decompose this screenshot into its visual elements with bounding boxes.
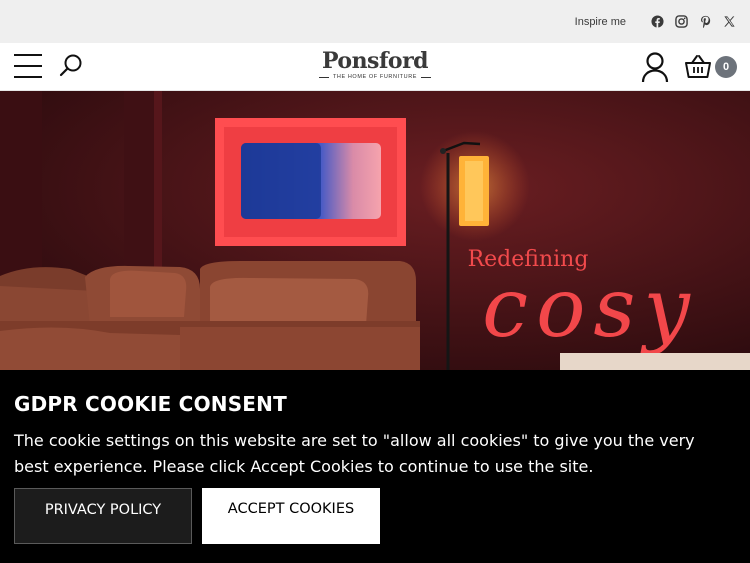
- top-utility-bar: Inspire me: [0, 0, 750, 43]
- privacy-policy-button[interactable]: PRIVACY POLICY: [14, 488, 192, 544]
- cookie-banner-title: GDPR COOKIE CONSENT: [14, 392, 287, 416]
- facebook-icon[interactable]: [650, 15, 664, 29]
- hero-image: Redefining cosy: [0, 91, 750, 371]
- logo-tagline: THE HOME OF FURNITURE: [332, 74, 418, 80]
- cookie-banner-text: The cookie settings on this website are …: [14, 431, 695, 476]
- logo-tagline-row: THE HOME OF FURNITURE: [290, 73, 460, 82]
- hero-banner[interactable]: Redefining cosy: [0, 91, 750, 371]
- x-icon[interactable]: [722, 15, 736, 29]
- basket-icon[interactable]: [684, 54, 712, 80]
- logo-name: Ponsford: [321, 48, 429, 74]
- account-icon[interactable]: [640, 51, 670, 83]
- cookie-consent-banner: GDPR COOKIE CONSENT The cookie settings …: [0, 370, 750, 563]
- menu-icon[interactable]: [14, 54, 42, 78]
- basket-count-badge[interactable]: 0: [715, 56, 737, 78]
- instagram-icon[interactable]: [674, 15, 688, 29]
- site-header: Ponsford THE HOME OF FURNITURE 0: [0, 43, 750, 91]
- cookie-banner-actions: PRIVACY POLICY ACCEPT COOKIES: [14, 488, 380, 544]
- pinterest-icon[interactable]: [698, 15, 712, 29]
- hero-script-word: cosy: [482, 261, 698, 356]
- search-icon[interactable]: [58, 53, 84, 79]
- site-logo[interactable]: Ponsford THE HOME OF FURNITURE: [290, 49, 460, 87]
- accept-cookies-button[interactable]: ACCEPT COOKIES: [202, 488, 380, 544]
- inspire-me-link[interactable]: Inspire me: [575, 16, 626, 28]
